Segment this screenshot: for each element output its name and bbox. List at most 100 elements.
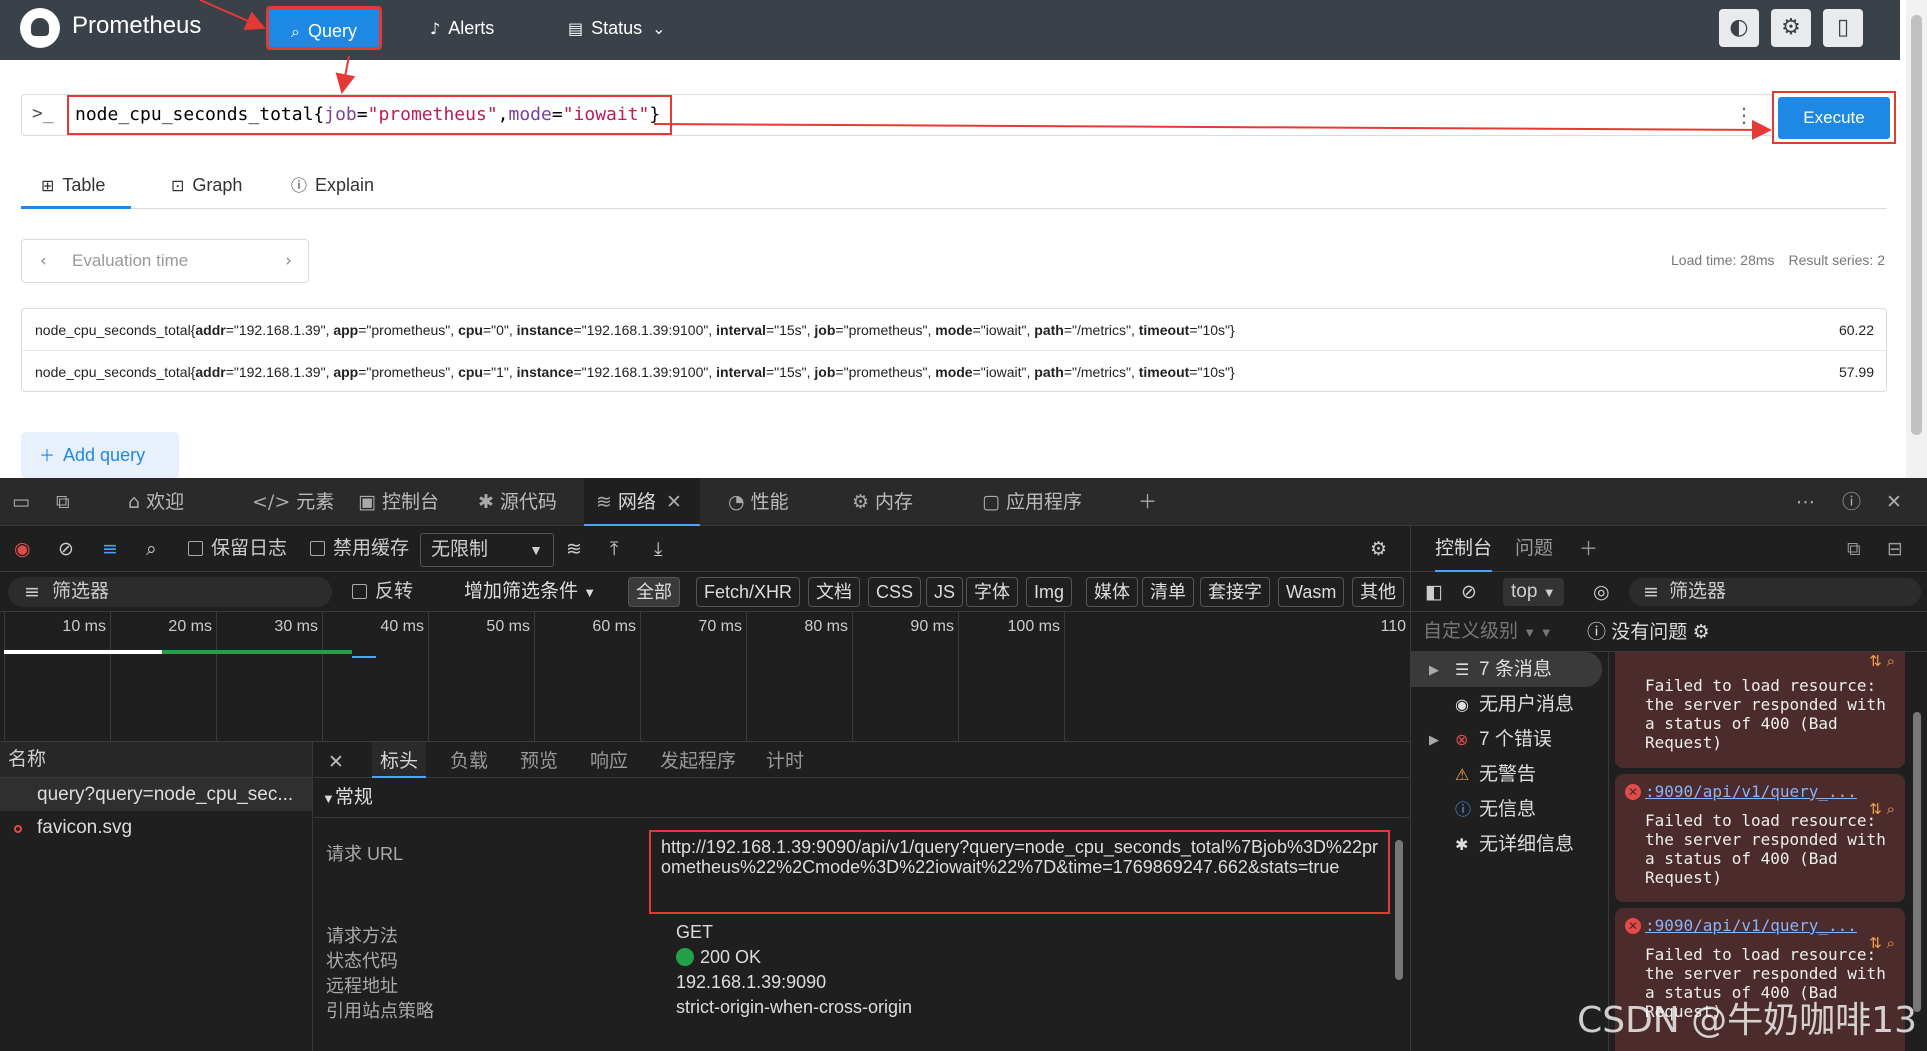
- record-icon[interactable]: ◉: [14, 526, 31, 572]
- filter-chip-font[interactable]: 字体: [966, 577, 1018, 607]
- sidebar-item-verbose[interactable]: ✱ 无详细信息: [1411, 827, 1608, 862]
- upload-icon[interactable]: ⤒: [610, 526, 618, 572]
- filter-input[interactable]: ≡ 筛选器: [8, 577, 332, 607]
- device-toolbar-icon[interactable]: ▭: [12, 478, 36, 526]
- filter-chip-fetch[interactable]: Fetch/XHR: [696, 577, 801, 607]
- request-row-query[interactable]: query?query=node_cpu_sec...: [0, 778, 312, 811]
- filter-chip-wasm[interactable]: Wasm: [1278, 577, 1345, 607]
- drawer-tab-issues[interactable]: 问题: [1515, 526, 1553, 572]
- add-query-button[interactable]: ＋ Add query: [21, 432, 179, 478]
- book-icon[interactable]: ▯: [1823, 9, 1863, 47]
- filter-chip-media[interactable]: 媒体: [1086, 577, 1138, 607]
- message-source-link[interactable]: :9090/api/v1/query_...: [1645, 916, 1905, 935]
- download-icon[interactable]: ⤓: [654, 526, 662, 572]
- tab-network[interactable]: ≋ 网络 ✕: [584, 478, 700, 526]
- add-tab-icon[interactable]: ＋: [1138, 478, 1163, 526]
- sidebar-item-messages[interactable]: ▶ ☰ 7 条消息: [1411, 652, 1602, 687]
- sidebar-item-info[interactable]: ⓘ 无信息: [1411, 792, 1608, 827]
- collapse-drawer-icon[interactable]: ⊟: [1887, 526, 1903, 572]
- filter-chip-other[interactable]: 其他: [1352, 577, 1404, 607]
- log-levels-select[interactable]: 自定义级别 ▼ ▼: [1423, 612, 1553, 652]
- theme-toggle-icon[interactable]: ◐: [1719, 9, 1759, 47]
- execute-button[interactable]: Execute: [1778, 97, 1890, 139]
- request-row-favicon[interactable]: favicon.svg: [0, 811, 312, 844]
- throttle-select[interactable]: 无限制 ▼: [420, 533, 554, 567]
- help-icon[interactable]: ⓘ: [1842, 478, 1867, 526]
- expression-text[interactable]: node_cpu_seconds_total{job="prometheus",…: [67, 95, 673, 135]
- dock-icon[interactable]: ⧉: [1847, 526, 1861, 572]
- tab-elements[interactable]: </> 元素: [252, 478, 334, 526]
- scrollbar-thumb[interactable]: [1395, 840, 1403, 980]
- prometheus-logo[interactable]: [20, 8, 60, 48]
- label-name: instance: [516, 322, 574, 338]
- inspect-icon[interactable]: ⧉: [56, 478, 76, 526]
- chevron-left-icon[interactable]: ‹: [40, 240, 47, 282]
- scrollbar-thumb[interactable]: [1911, 15, 1922, 435]
- more-options-icon[interactable]: ⋮: [1734, 103, 1754, 127]
- filter-chip-img[interactable]: Img: [1026, 577, 1073, 607]
- tab-sources[interactable]: ✱ 源代码: [478, 478, 557, 526]
- tab-headers[interactable]: 标头: [372, 742, 427, 778]
- filter-chip-all[interactable]: 全部: [628, 577, 680, 607]
- close-detail-icon[interactable]: ✕: [328, 742, 344, 778]
- column-header-name[interactable]: 名称: [0, 742, 312, 778]
- clear-icon[interactable]: ⊘: [58, 526, 74, 572]
- chevron-right-icon[interactable]: ›: [285, 240, 292, 282]
- nav-alerts-button[interactable]: ♪ Alerts: [408, 6, 516, 50]
- tab-graph[interactable]: ⊡ Graph: [151, 164, 261, 209]
- tab-initiator[interactable]: 发起程序: [660, 742, 736, 778]
- context-select[interactable]: top ▼: [1503, 578, 1564, 606]
- tab-performance[interactable]: ◔ 性能: [728, 478, 789, 526]
- console-error-message[interactable]: ⇅ ⌕ Failed to load resource: the server …: [1615, 652, 1905, 768]
- close-devtools-icon[interactable]: ✕: [1886, 478, 1908, 526]
- add-tab-icon[interactable]: ＋: [1579, 526, 1598, 572]
- expression-input[interactable]: >_ node_cpu_seconds_total{job="prometheu…: [21, 94, 1773, 136]
- sidebar-item-errors[interactable]: ▶ ⊗ 7 个错误: [1411, 722, 1608, 757]
- settings-icon[interactable]: ⚙: [1370, 526, 1387, 572]
- tab-explain[interactable]: ⓘ Explain: [271, 164, 391, 209]
- request-url-value[interactable]: http://192.168.1.39:9090/api/v1/query?qu…: [649, 830, 1390, 914]
- page-scrollbar[interactable]: [1906, 0, 1927, 478]
- general-section-header[interactable]: ▼常规: [314, 778, 1410, 818]
- filter-chip-manifest[interactable]: 清单: [1142, 577, 1194, 607]
- brand-title[interactable]: Prometheus: [72, 12, 201, 40]
- sidebar-item-warnings[interactable]: ⚠ 无警告: [1411, 757, 1608, 792]
- scrollbar-thumb[interactable]: [1913, 712, 1921, 1012]
- filter-chip-js[interactable]: JS: [926, 577, 964, 607]
- gear-icon[interactable]: ⚙: [1771, 9, 1811, 47]
- console-filter-input[interactable]: ≡ 筛选器: [1629, 578, 1921, 606]
- message-source-link[interactable]: :9090/api/v1/query_...: [1645, 782, 1905, 801]
- tab-response[interactable]: 响应: [590, 742, 628, 778]
- tab-console[interactable]: ▣ 控制台: [358, 478, 439, 526]
- disable-cache-checkbox[interactable]: 禁用缓存: [310, 526, 409, 572]
- detail-scrollbar[interactable]: [1392, 818, 1406, 1051]
- console-error-message[interactable]: ✕ :9090/api/v1/query_... ⇅ ⌕ Failed to l…: [1615, 774, 1905, 902]
- filter-icon[interactable]: ≡: [102, 526, 118, 572]
- filter-chip-doc[interactable]: 文档: [808, 577, 860, 607]
- clear-console-icon[interactable]: ⊘: [1461, 572, 1477, 612]
- more-filters-dropdown[interactable]: 增加筛选条件 ▼: [464, 572, 596, 612]
- tab-timing[interactable]: 计时: [766, 742, 804, 778]
- drawer-tab-console[interactable]: 控制台: [1435, 526, 1493, 572]
- issues-link[interactable]: ⓘ 没有问题 ⚙: [1587, 612, 1710, 652]
- search-icon[interactable]: ⌕: [146, 526, 157, 572]
- eye-icon[interactable]: ◎: [1593, 572, 1610, 612]
- tab-table[interactable]: ⊞ Table: [21, 164, 131, 209]
- network-conditions-icon[interactable]: ≋: [566, 526, 582, 572]
- tab-welcome[interactable]: ⌂ 欢迎: [128, 478, 184, 526]
- network-waterfall[interactable]: 10 ms 20 ms 30 ms 40 ms 50 ms 60 ms 70 ms 80 ms…: [0, 612, 1410, 742]
- sidebar-toggle-icon[interactable]: ◧: [1425, 572, 1443, 612]
- tab-memory[interactable]: ⚙ 内存: [852, 478, 913, 526]
- tab-preview[interactable]: 预览: [520, 742, 558, 778]
- filter-chip-socket[interactable]: 套接字: [1200, 577, 1270, 607]
- nav-query-button[interactable]: ⌕ Query: [266, 6, 382, 50]
- more-menu-icon[interactable]: ⋯: [1796, 478, 1821, 526]
- tab-payload[interactable]: 负载: [450, 742, 488, 778]
- invert-checkbox[interactable]: 反转: [352, 572, 413, 612]
- preserve-log-checkbox[interactable]: 保留日志: [188, 526, 287, 572]
- evaluation-time-input[interactable]: ‹ Evaluation time ›: [21, 239, 309, 283]
- filter-chip-css[interactable]: CSS: [868, 577, 922, 607]
- tab-application[interactable]: ▢ 应用程序: [982, 478, 1082, 526]
- sidebar-item-user-messages[interactable]: ◉ 无用户消息: [1411, 687, 1608, 722]
- nav-status-menu[interactable]: ▤ Status ⌄: [546, 6, 696, 50]
